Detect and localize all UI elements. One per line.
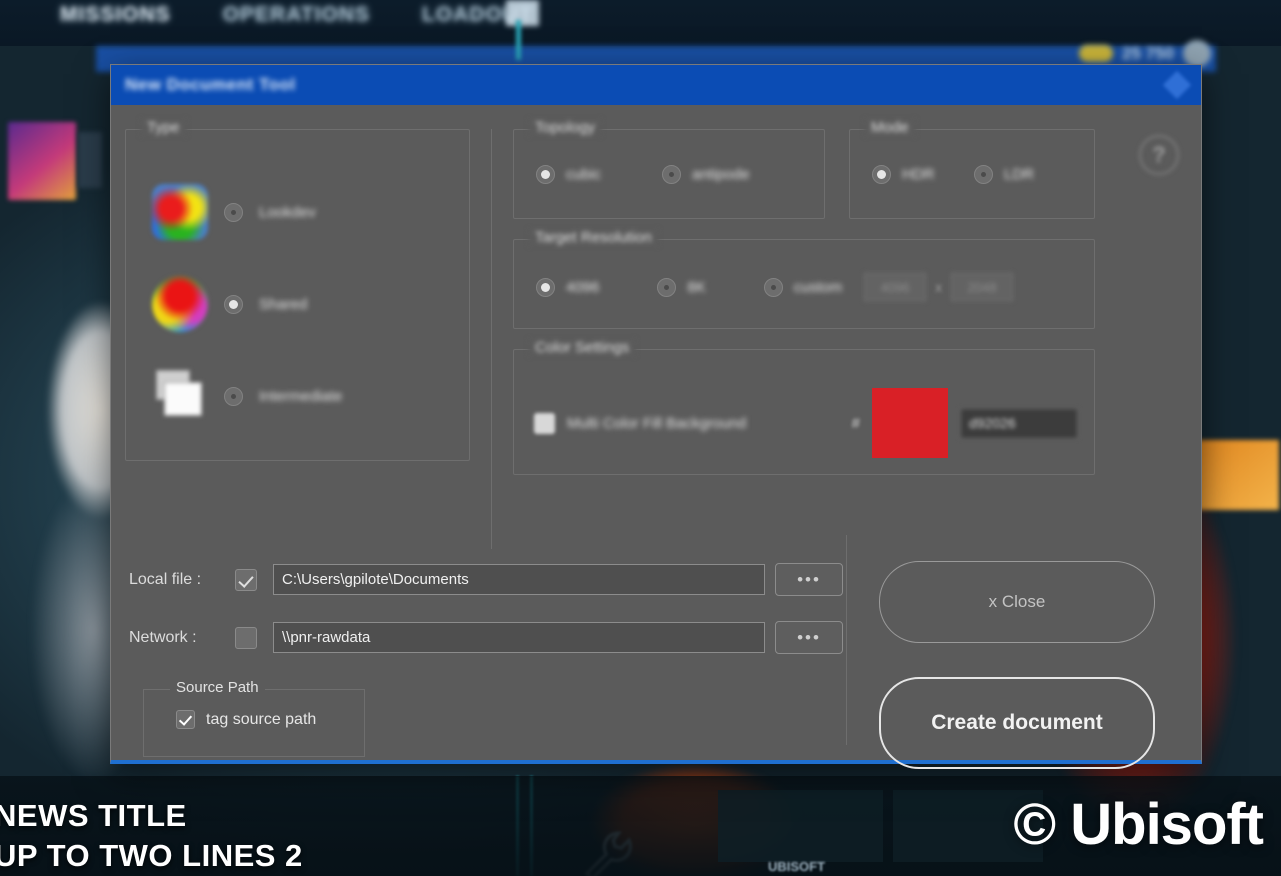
topology-label-cubic: cubic <box>566 166 602 183</box>
type-group-legend: Type <box>140 119 187 136</box>
game-news-title: NEWS TITLE UP TO TWO LINES 2 <box>0 796 303 876</box>
multicolor-fill-label[interactable]: Multi Color Fill Background <box>567 415 746 432</box>
currency-value: 25 750 <box>1122 43 1174 63</box>
resolution-label-custom: custom <box>793 278 843 296</box>
local-file-label: Local file : <box>129 570 202 588</box>
type-label-shared: Shared <box>259 295 308 313</box>
game-currency-display: 25 750 <box>1079 40 1211 67</box>
topology-label-antipode: antipode <box>692 166 750 183</box>
local-file-row: Local file : C:\Users\gpilote\Documents … <box>129 563 843 596</box>
dialog-title: New Document Tool <box>125 75 296 94</box>
game-nav-item-operations[interactable]: OPERATIONS <box>223 3 370 27</box>
documents-icon <box>152 368 208 424</box>
mode-group: Mode HDR LDR <box>849 119 1095 219</box>
multicolor-icon <box>534 412 555 434</box>
color-swatch[interactable] <box>872 388 948 458</box>
resolution-radio-4096[interactable] <box>536 277 555 297</box>
topology-group: Topology cubic antipode <box>513 119 825 219</box>
mode-group-legend: Mode <box>864 119 916 136</box>
resolution-option-4096[interactable]: 4096 <box>536 277 600 297</box>
diamond-icon[interactable] <box>1162 70 1192 100</box>
resolution-option-custom[interactable]: custom <box>763 277 843 297</box>
new-document-dialog: New Document Tool ? Type Lookdev Shared <box>110 64 1202 769</box>
game-nav[interactable]: MISSIONS OPERATIONS LOADOUT <box>0 0 1281 30</box>
actions-divider <box>846 535 847 745</box>
color-settings-legend: Color Settings <box>528 339 637 356</box>
create-document-button[interactable]: Create document <box>879 677 1155 769</box>
tag-source-path-label: tag source path <box>206 710 317 728</box>
topology-option-antipode[interactable]: antipode <box>662 165 750 184</box>
mode-option-ldr[interactable]: LDR <box>974 165 1034 184</box>
game-news-panel-1[interactable] <box>718 790 883 862</box>
resolution-group: Target Resolution 4096 8K custom 4096 x <box>513 229 1095 329</box>
type-radio-lookdev[interactable] <box>224 202 243 222</box>
type-option-shared[interactable]: Shared <box>152 276 307 332</box>
dialog-title-bar[interactable]: New Document Tool <box>111 65 1201 105</box>
coin-icon <box>1079 45 1113 62</box>
network-checkbox[interactable] <box>235 626 257 649</box>
mode-label-ldr: LDR <box>1004 166 1035 183</box>
mode-option-hdr[interactable]: HDR <box>872 165 935 184</box>
rgb-square-icon <box>152 184 208 240</box>
resolution-radio-custom[interactable] <box>763 277 783 297</box>
panel-divider <box>491 129 492 549</box>
ubisoft-watermark: © Ubisoft <box>1013 792 1264 857</box>
type-option-lookdev[interactable]: Lookdev <box>152 184 316 240</box>
help-icon[interactable]: ? <box>1139 135 1179 175</box>
background-card-left-secondary <box>78 132 102 188</box>
type-radio-shared[interactable] <box>224 294 243 314</box>
type-option-intermediate[interactable]: Intermediate <box>152 368 342 424</box>
network-label: Network : <box>129 628 197 646</box>
tag-source-path-checkbox[interactable] <box>176 710 195 729</box>
mode-radio-ldr[interactable] <box>974 165 993 184</box>
network-row: Network : \\pnr-rawdata ••• <box>129 621 843 654</box>
tag-source-path-row[interactable]: tag source path <box>176 710 316 729</box>
topology-group-legend: Topology <box>528 119 603 136</box>
color-settings-row: Multi Color Fill Background # d92026 <box>534 388 1078 458</box>
color-settings-group: Color Settings Multi Color Fill Backgrou… <box>513 339 1095 475</box>
game-nav-square-button[interactable] <box>506 0 539 26</box>
resolution-height-input[interactable]: 2048 <box>951 273 1014 301</box>
background-card-left <box>8 122 76 200</box>
close-button[interactable]: x Close <box>879 561 1155 643</box>
mode-radio-hdr[interactable] <box>872 165 891 184</box>
resolution-label-8k: 8K <box>687 278 706 296</box>
dialog-body: ? Type Lookdev Shared Intermediate Topol… <box>111 105 1201 769</box>
news-title-line-2: UP TO TWO LINES 2 <box>0 838 303 873</box>
resolution-label-4096: 4096 <box>566 278 600 296</box>
mode-label-hdr: HDR <box>902 166 935 183</box>
news-title-line-1: NEWS TITLE <box>0 798 187 833</box>
resolution-times-label: x <box>935 279 943 295</box>
local-file-input[interactable]: C:\Users\gpilote\Documents <box>273 564 765 595</box>
local-file-checkbox[interactable] <box>235 568 257 591</box>
game-panel-label: UBISOFT <box>768 859 826 874</box>
hash-label: # <box>851 414 860 432</box>
type-group: Type Lookdev Shared Intermediate <box>125 119 470 461</box>
rgb-circle-icon <box>152 276 208 332</box>
network-input[interactable]: \\pnr-rawdata <box>273 622 765 653</box>
game-nav-item-missions[interactable]: MISSIONS <box>60 3 171 27</box>
topology-radio-antipode[interactable] <box>662 165 681 184</box>
avatar[interactable] <box>1183 40 1211 67</box>
resolution-width-input[interactable]: 4096 <box>864 273 927 301</box>
source-path-legend: Source Path <box>170 679 265 696</box>
hex-color-input[interactable]: d92026 <box>960 407 1078 439</box>
resolution-group-legend: Target Resolution <box>528 229 659 246</box>
resolution-radio-8k[interactable] <box>657 277 677 297</box>
resolution-option-8k[interactable]: 8K <box>657 277 706 297</box>
type-label-intermediate: Intermediate <box>259 387 343 405</box>
local-file-browse-button[interactable]: ••• <box>775 563 843 596</box>
game-nav-accent-line <box>516 20 521 60</box>
resolution-custom-inputs[interactable]: 4096 x 2048 <box>864 273 1014 301</box>
background-card-right <box>1195 440 1279 510</box>
type-label-lookdev: Lookdev <box>259 203 316 221</box>
type-radio-intermediate[interactable] <box>224 386 243 406</box>
source-path-group: Source Path tag source path <box>143 679 365 757</box>
topology-radio-cubic[interactable] <box>536 165 555 184</box>
network-browse-button[interactable]: ••• <box>775 621 843 654</box>
topology-option-cubic[interactable]: cubic <box>536 165 601 184</box>
